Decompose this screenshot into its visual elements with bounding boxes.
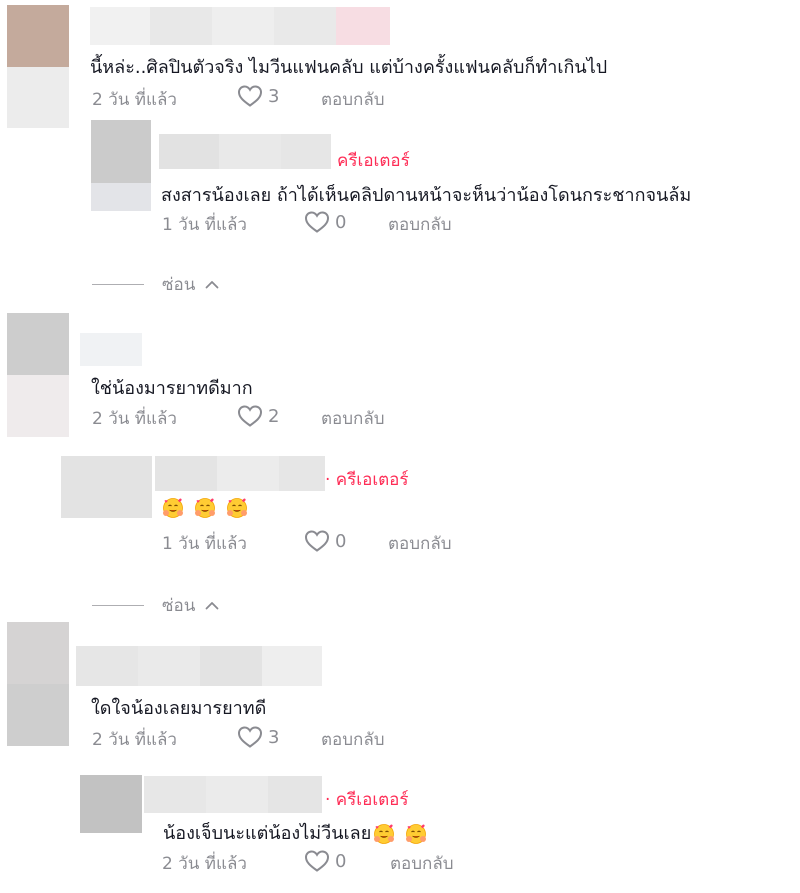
like-button[interactable]: 0 [304,210,346,234]
reply-time: 1 วัน ที่แล้ว [162,215,247,235]
heart-outline-icon [304,529,330,553]
creator-badge: · ครีเอเตอร์ [325,790,409,810]
creator-badge: · ครีเอเตอร์ [325,470,409,490]
reply-button[interactable]: ตอบกลับ [321,86,385,113]
hide-label: ซ่อน [162,275,196,295]
reply-button[interactable]: ตอบกลับ [390,850,454,877]
chevron-up-icon [205,280,219,289]
hugging-face-emoji [373,823,395,845]
comment-time: 2 วัน ที่แล้ว [92,90,177,110]
reply-text: น้องเจ็บนะแต่น้องไม่วีนเลย [163,818,437,847]
comment-time: 2 วัน ที่แล้ว [92,730,177,750]
comment-time: 2 วัน ที่แล้ว [92,409,177,429]
divider [92,284,144,285]
like-count: 0 [335,530,347,552]
heart-outline-icon [237,84,263,108]
like-count: 3 [268,726,280,748]
heart-outline-icon [237,725,263,749]
reply-text [162,497,258,519]
like-button[interactable]: 0 [304,849,346,873]
heart-outline-icon [304,210,330,234]
comment-text: นี้หล่ะ..ศิลปินตัวจริง ไมวีนแฟนคลับ แต่บ… [90,57,608,78]
reply-button[interactable]: ตอบกลับ [388,211,452,238]
like-button[interactable]: 3 [237,725,279,749]
heart-outline-icon [237,404,263,428]
reply-text: สงสารน้องเลย ถ้าได้เห็นคลิปดานหน้าจะห็นว… [161,185,692,206]
reply-button[interactable]: ตอบกลับ [321,726,385,753]
like-button[interactable]: 0 [304,529,346,553]
chevron-up-icon [205,601,219,610]
like-count: 3 [268,85,280,107]
hide-replies-button[interactable]: ซ่อน [92,592,219,619]
reply-text-body: น้องเจ็บนะแต่น้องไม่วีนเลย [163,823,372,844]
hugging-face-emoji [194,497,216,519]
like-count: 0 [335,850,347,872]
heart-outline-icon [304,849,330,873]
hugging-face-emoji [226,497,248,519]
creator-badge: ครีเอเตอร์ [337,151,410,171]
hide-label: ซ่อน [162,596,196,616]
comment-text: ใช่น้องมารยาทดีมาก [91,378,253,399]
reply-button[interactable]: ตอบกลับ [321,405,385,432]
reply-button[interactable]: ตอบกลับ [388,530,452,557]
comment-text: ใดใจน้องเลยมารยาทดี [91,698,267,719]
hide-replies-button[interactable]: ซ่อน [92,271,219,298]
divider [92,605,144,606]
reply-time: 2 วัน ที่แล้ว [162,854,247,874]
reply-time: 1 วัน ที่แล้ว [162,534,247,554]
like-count: 0 [335,211,347,233]
hugging-face-emoji [162,497,184,519]
hugging-face-emoji [405,823,427,845]
like-button[interactable]: 2 [237,404,279,428]
like-button[interactable]: 3 [237,84,279,108]
like-count: 2 [268,405,280,427]
